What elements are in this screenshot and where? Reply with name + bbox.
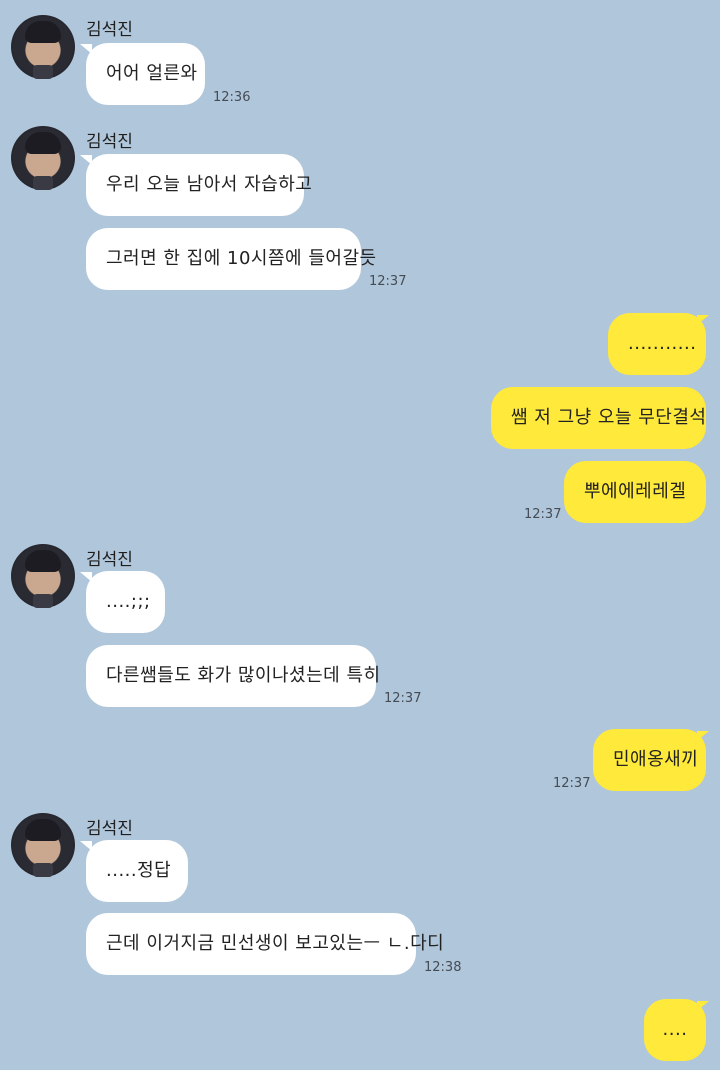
message-time: 12:36 xyxy=(213,90,251,105)
incoming-message[interactable]: 다른쌤들도 화가 많이나셨는데 특히 xyxy=(86,645,380,707)
incoming-message[interactable]: 어어 얼른와 xyxy=(86,43,205,105)
incoming-message[interactable]: 그러면 한 집에 10시쯤에 들어갈듯 xyxy=(86,228,376,290)
message-time: 12:37 xyxy=(553,776,591,791)
outgoing-message[interactable]: .... xyxy=(644,999,706,1061)
message-time: 12:37 xyxy=(384,691,422,706)
incoming-message[interactable]: .....정답 xyxy=(86,840,188,902)
avatar[interactable] xyxy=(11,813,75,877)
message-time: 12:38 xyxy=(424,960,462,975)
outgoing-message[interactable]: 민애옹새끼 xyxy=(593,729,706,791)
incoming-message[interactable]: 근데 이거지금 민선생이 보고있는ㅡ ㄴ.다디 xyxy=(86,913,444,975)
avatar[interactable] xyxy=(11,15,75,79)
sender-name: 김석진 xyxy=(86,819,133,839)
outgoing-message[interactable]: 쌤 저 그냥 오늘 무단결석 xyxy=(491,387,706,449)
sender-name: 김석진 xyxy=(86,550,133,570)
incoming-message[interactable]: 우리 오늘 남아서 자습하고 xyxy=(86,154,312,216)
message-time: 12:37 xyxy=(369,274,407,289)
sender-name: 김석진 xyxy=(86,20,133,40)
avatar[interactable] xyxy=(11,126,75,190)
sender-name: 김석진 xyxy=(86,132,133,152)
outgoing-message[interactable]: 뿌에에레레겔 xyxy=(564,461,706,523)
avatar[interactable] xyxy=(11,544,75,608)
incoming-message[interactable]: ....;;; xyxy=(86,571,165,633)
message-time: 12:37 xyxy=(524,507,562,522)
outgoing-message[interactable]: ........... xyxy=(608,313,706,375)
